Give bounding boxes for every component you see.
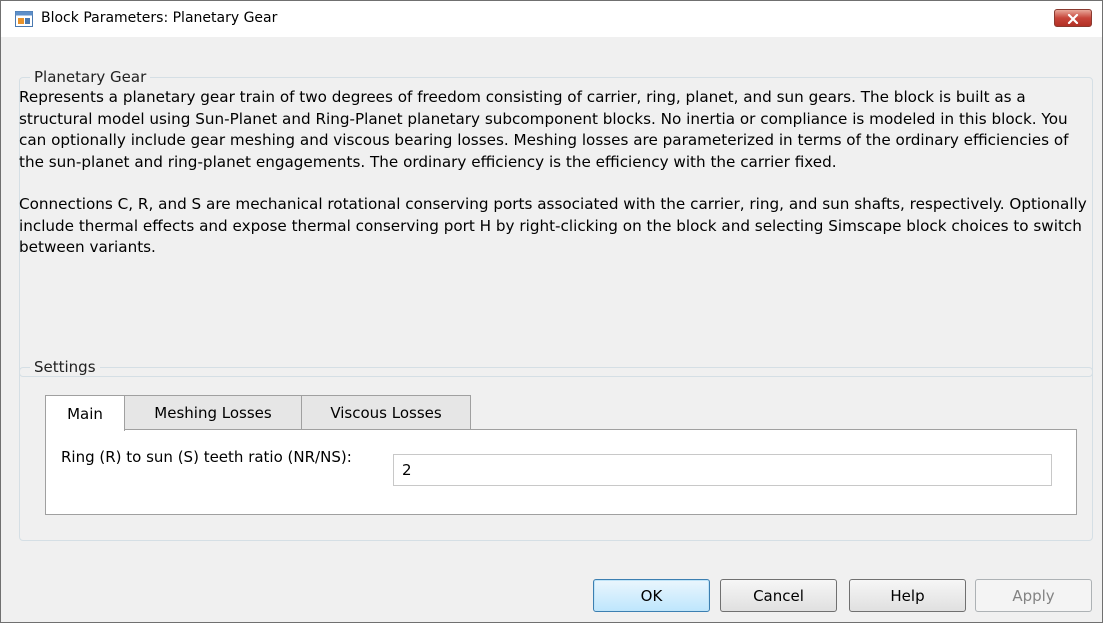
tab-meshing-losses[interactable]: Meshing Losses [124,395,302,429]
cancel-button[interactable]: Cancel [720,579,837,612]
teeth-ratio-label: Ring (R) to sun (S) teeth ratio (NR/NS): [61,448,352,466]
main-tab-panel: Ring (R) to sun (S) teeth ratio (NR/NS): [45,429,1077,515]
help-button[interactable]: Help [849,579,966,612]
tab-main-label: Main [67,404,103,423]
close-icon [1067,9,1079,28]
description-paragraph: Represents a planetary gear train of two… [19,88,1069,171]
block-description: Represents a planetary gear train of two… [19,87,1091,280]
description-group-title: Planetary Gear [30,68,151,86]
close-button[interactable] [1054,9,1092,27]
help-button-label: Help [890,586,925,605]
dialog-window: Block Parameters: Planetary Gear Planeta… [0,0,1103,623]
title-bar[interactable]: Block Parameters: Planetary Gear [1,1,1102,37]
ok-button[interactable]: OK [593,579,710,612]
ok-button-label: OK [640,586,663,605]
teeth-ratio-input[interactable] [393,454,1052,486]
cancel-button-label: Cancel [753,586,804,605]
apply-button-label: Apply [1012,586,1055,605]
tab-meshing-losses-label: Meshing Losses [154,403,272,422]
tab-viscous-losses[interactable]: Viscous Losses [301,395,471,429]
dialog-body: Planetary Gear Represents a planetary ge… [9,37,1094,616]
window-title: Block Parameters: Planetary Gear [41,10,278,26]
description-paragraph: Connections C, R, and S are mechanical r… [19,195,1087,256]
simulink-block-icon [15,11,33,27]
settings-group-title: Settings [30,358,100,376]
tab-viscous-losses-label: Viscous Losses [330,403,442,422]
tab-main[interactable]: Main [45,395,125,431]
apply-button[interactable]: Apply [975,579,1092,612]
